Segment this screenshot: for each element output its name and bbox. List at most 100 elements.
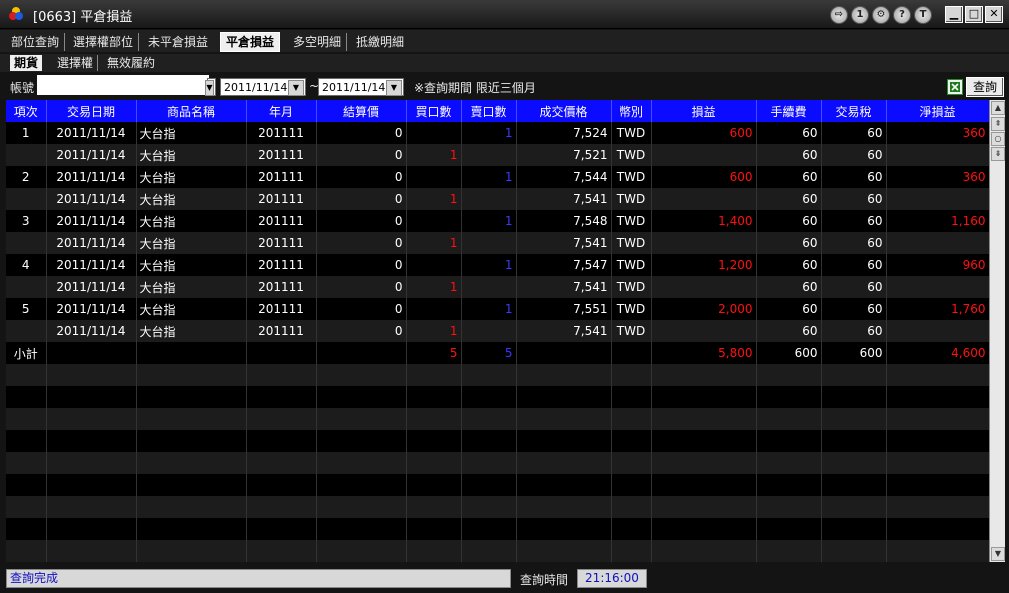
empty-cell bbox=[46, 540, 137, 562]
empty-cell bbox=[246, 452, 317, 474]
col-header-seq[interactable]: 項次 bbox=[6, 100, 47, 122]
cell-buy-qty bbox=[406, 210, 462, 232]
table-row[interactable]: 2011/11/14 大台指 201111 0 1 7,541 TWD 60 60 bbox=[6, 232, 989, 254]
col-header-product[interactable]: 商品名稱 bbox=[136, 100, 247, 122]
close-button[interactable]: ✕ bbox=[985, 6, 1003, 23]
help-icon[interactable]: ? bbox=[893, 6, 911, 24]
scroll-center-icon[interactable]: ○ bbox=[991, 132, 1005, 146]
cell-product: 大台指 bbox=[136, 298, 247, 320]
text-icon[interactable]: T bbox=[914, 6, 932, 24]
tab-collateral-detail[interactable]: 抵繳明細 bbox=[351, 33, 409, 51]
table-row[interactable]: 2011/11/14 大台指 201111 0 1 7,541 TWD 60 60 bbox=[6, 320, 989, 342]
cell-product: 大台指 bbox=[136, 254, 247, 276]
cell-seq bbox=[6, 144, 47, 166]
empty-cell bbox=[316, 474, 407, 496]
table-row[interactable]: 2011/11/14 大台指 201111 0 1 7,541 TWD 60 60 bbox=[6, 188, 989, 210]
table-row[interactable]: 3 2011/11/14 大台指 201111 0 1 7,548 TWD 1,400 60 60 1… bbox=[6, 210, 989, 232]
cell-month: 201111 bbox=[246, 298, 317, 320]
empty-cell bbox=[461, 540, 517, 562]
empty-row bbox=[6, 430, 989, 452]
link-icon[interactable]: ⚙ bbox=[872, 6, 890, 24]
date-to-select[interactable]: 2011/11/14 ▼ bbox=[318, 78, 404, 96]
tab-option-position[interactable]: 選擇權部位 bbox=[68, 33, 140, 51]
empty-cell bbox=[406, 430, 462, 452]
empty-cell bbox=[651, 518, 757, 540]
col-header-settlement[interactable]: 結算價 bbox=[316, 100, 407, 122]
scroll-page-down-icon[interactable]: ⇟ bbox=[991, 147, 1005, 161]
tab-position-query[interactable]: 部位查詢 bbox=[6, 33, 66, 51]
minimize-button[interactable]: ▁ bbox=[945, 6, 963, 23]
scroll-page-up-icon[interactable]: ⇞ bbox=[991, 117, 1005, 131]
table-row[interactable]: 5 2011/11/14 大台指 201111 0 1 7,551 TWD 2,000 60 60 1… bbox=[6, 298, 989, 320]
vertical-scrollbar[interactable]: ▲ ⇞ ○ ⇟ ▼ bbox=[989, 100, 1005, 562]
col-header-sell-qty[interactable]: 賣口數 bbox=[461, 100, 517, 122]
empty-cell bbox=[651, 364, 757, 386]
table-row[interactable]: 2011/11/14 大台指 201111 0 1 7,521 TWD 60 60 bbox=[6, 144, 989, 166]
table-row[interactable]: 1 2011/11/14 大台指 201111 0 1 7,524 TWD 600 60 60 360 bbox=[6, 122, 989, 144]
empty-cell bbox=[821, 408, 887, 430]
col-header-price[interactable]: 成交價格 bbox=[516, 100, 612, 122]
cell-settlement: 0 bbox=[316, 188, 407, 210]
empty-cell bbox=[6, 496, 47, 518]
col-header-trade-date[interactable]: 交易日期 bbox=[46, 100, 137, 122]
excel-export-icon[interactable] bbox=[947, 79, 963, 95]
cell-price: 7,548 bbox=[516, 210, 612, 232]
empty-cell bbox=[6, 364, 47, 386]
tab-realized-pl[interactable]: 平倉損益 bbox=[220, 32, 281, 52]
empty-cell bbox=[316, 496, 407, 518]
cell-buy-qty: 5 bbox=[406, 342, 462, 364]
arrow-icon[interactable]: ⇨ bbox=[830, 6, 848, 24]
empty-cell bbox=[246, 430, 317, 452]
account-input[interactable] bbox=[37, 75, 209, 95]
empty-cell bbox=[756, 452, 822, 474]
empty-cell bbox=[886, 364, 989, 386]
cell-trade-date: 2011/11/14 bbox=[46, 254, 137, 276]
empty-cell bbox=[461, 452, 517, 474]
cell-currency: TWD bbox=[611, 320, 652, 342]
table-row[interactable]: 2011/11/14 大台指 201111 0 1 7,541 TWD 60 60 bbox=[6, 276, 989, 298]
empty-cell bbox=[651, 540, 757, 562]
cell-net-pl bbox=[886, 320, 989, 342]
maximize-button[interactable]: □ bbox=[965, 6, 983, 23]
cell-product: 大台指 bbox=[136, 144, 247, 166]
cell-net-pl: 1,160 bbox=[886, 210, 989, 232]
subtab-options[interactable]: 選擇權 bbox=[53, 55, 99, 71]
cell-price: 7,541 bbox=[516, 320, 612, 342]
col-header-fee[interactable]: 手續費 bbox=[756, 100, 822, 122]
empty-cell bbox=[406, 496, 462, 518]
cell-settlement: 0 bbox=[316, 254, 407, 276]
col-header-month[interactable]: 年月 bbox=[246, 100, 317, 122]
subtotal-row[interactable]: 小計 5 5 5,800 600 600 4,600 bbox=[6, 342, 989, 364]
empty-cell bbox=[136, 408, 247, 430]
cell-fee: 60 bbox=[756, 276, 822, 298]
chevron-down-icon[interactable]: ▼ bbox=[386, 80, 402, 96]
date-from-select[interactable]: 2011/11/14 ▼ bbox=[220, 78, 306, 96]
empty-cell bbox=[46, 386, 137, 408]
tab-long-short-detail[interactable]: 多空明細 bbox=[288, 33, 348, 51]
table-row[interactable]: 2 2011/11/14 大台指 201111 0 1 7,544 TWD 600 60 60 360 bbox=[6, 166, 989, 188]
table-row[interactable]: 4 2011/11/14 大台指 201111 0 1 7,547 TWD 1,200 60 60 9… bbox=[6, 254, 989, 276]
scroll-up-icon[interactable]: ▲ bbox=[991, 101, 1005, 115]
col-header-buy-qty[interactable]: 買口數 bbox=[406, 100, 462, 122]
info-icon[interactable]: 1 bbox=[851, 6, 869, 24]
cell-trade-date: 2011/11/14 bbox=[46, 188, 137, 210]
empty-cell bbox=[516, 474, 612, 496]
subtab-futures[interactable]: 期貨 bbox=[10, 55, 43, 71]
chevron-down-icon[interactable]: ▼ bbox=[205, 80, 214, 96]
tab-unrealized-pl[interactable]: 未平倉損益 bbox=[143, 33, 213, 51]
subtab-invalid-exercise[interactable]: 無效履約 bbox=[103, 55, 159, 71]
chevron-down-icon[interactable]: ▼ bbox=[288, 80, 304, 96]
account-dropdown[interactable]: ▼ bbox=[205, 78, 216, 96]
table-body: 1 2011/11/14 大台指 201111 0 1 7,524 TWD 600 60 60 360… bbox=[6, 122, 989, 562]
cell-tax: 60 bbox=[821, 254, 887, 276]
cell-settlement bbox=[316, 342, 407, 364]
col-header-net-pl[interactable]: 淨損益 bbox=[886, 100, 989, 122]
empty-cell bbox=[316, 452, 407, 474]
scroll-down-icon[interactable]: ▼ bbox=[991, 547, 1005, 561]
col-header-currency[interactable]: 幣別 bbox=[611, 100, 652, 122]
empty-cell bbox=[886, 518, 989, 540]
query-button[interactable]: 查詢 bbox=[966, 77, 1004, 97]
col-header-tax[interactable]: 交易稅 bbox=[821, 100, 887, 122]
title-bar: [0663] 平倉損益 ⇨ 1 ⚙ ? T ▁ □ ✕ bbox=[0, 0, 1009, 29]
col-header-pl[interactable]: 損益 bbox=[651, 100, 757, 122]
